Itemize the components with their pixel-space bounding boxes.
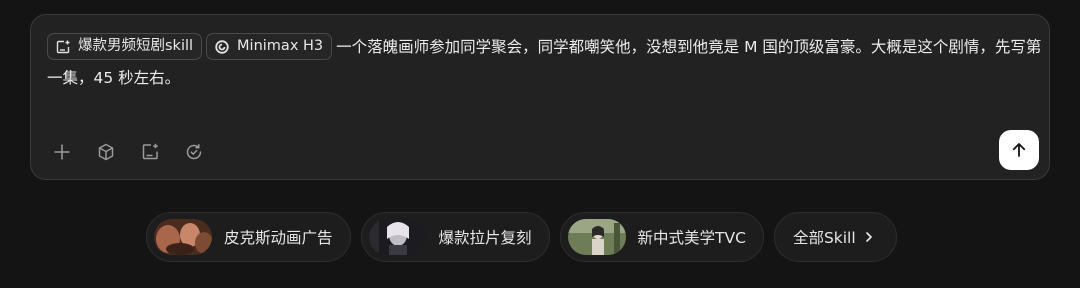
all-skills-button[interactable]: 全部Skill — [773, 212, 897, 262]
suggestion-viral-remake[interactable]: 爆款拉片复刻 — [360, 212, 550, 262]
suggestion-pixar-ad[interactable]: 皮克斯动画广告 — [146, 212, 351, 262]
suggestion-label: 爆款拉片复刻 — [438, 229, 532, 247]
skill-chip[interactable]: 爆款男频短剧skill — [47, 33, 203, 60]
all-skills-label: 全部Skill — [792, 229, 856, 247]
cube-icon — [98, 143, 114, 161]
suggestion-label: 新中式美学TVC — [637, 229, 746, 247]
model-chip-label: Minimax H3 — [237, 38, 324, 54]
prompt-input[interactable]: 爆款男频短剧skill Minimax H3 一个落魄画师参加同学聚会，同学都嘲… — [47, 32, 1042, 94]
suggestion-thumbnail — [567, 219, 626, 255]
composer-toolbar — [47, 137, 209, 167]
model-3d-button[interactable] — [91, 137, 121, 167]
refresh-check-icon — [186, 144, 202, 160]
suggestion-thumbnail — [154, 219, 212, 255]
minimax-logo-icon — [215, 39, 229, 54]
plus-icon — [54, 144, 70, 160]
suggestion-neo-chinese-tvc[interactable]: 新中式美学TVC — [559, 212, 764, 262]
chevron-right-icon — [865, 232, 872, 242]
model-chip[interactable]: Minimax H3 — [206, 33, 333, 60]
add-button[interactable] — [47, 137, 77, 167]
send-button[interactable] — [999, 130, 1039, 170]
skill-suggestions: 皮克斯动画广告 爆款拉片复刻 新中式美学TVC 全部Skill — [146, 212, 897, 262]
skill-add-icon — [56, 40, 70, 53]
suggestion-label: 皮克斯动画广告 — [224, 229, 333, 247]
skill-add-icon — [142, 143, 158, 160]
suggestion-thumbnail — [368, 219, 427, 255]
refresh-button[interactable] — [179, 137, 209, 167]
skill-button[interactable] — [135, 137, 165, 167]
prompt-composer[interactable]: 爆款男频短剧skill Minimax H3 一个落魄画师参加同学聚会，同学都嘲… — [30, 14, 1050, 180]
skill-chip-label: 爆款男频短剧skill — [78, 38, 194, 54]
arrow-up-icon — [1012, 143, 1026, 157]
